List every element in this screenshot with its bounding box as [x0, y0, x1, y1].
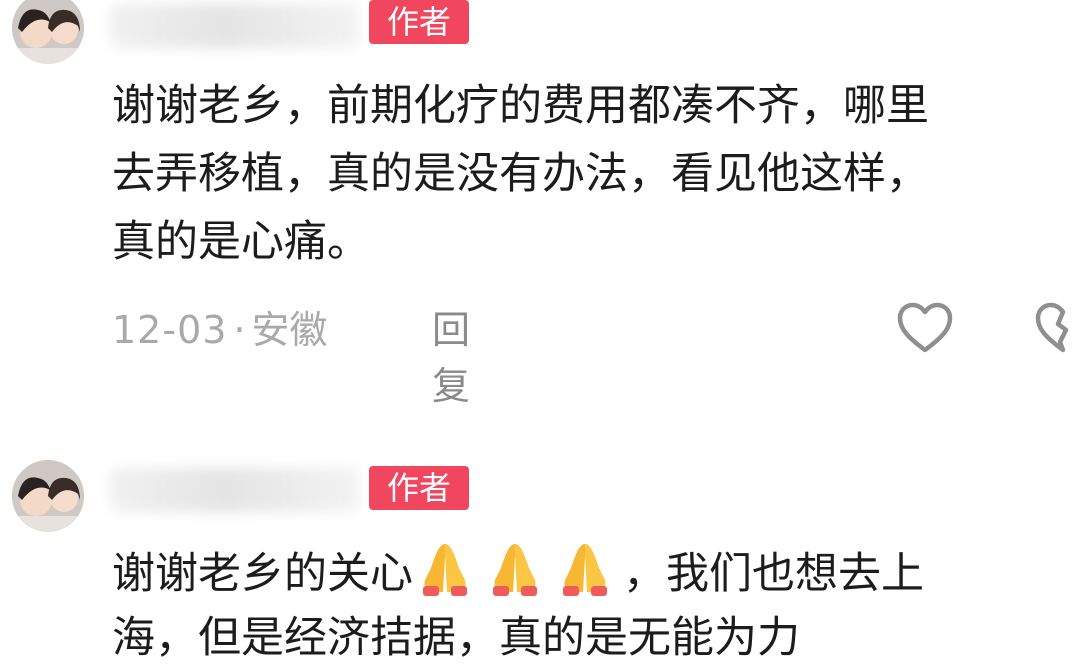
comment-line: 去弄移植，真的是没有办法，看见他这样， [112, 149, 929, 199]
comment-text: 谢谢老乡，前期化疗的费用都凑不齐，哪里 去弄移植，真的是没有办法，看见他这样， … [112, 72, 1080, 276]
broken-heart-outline-icon[interactable] [1034, 302, 1080, 356]
comment-line: 海，但是经济拮据，真的是无能为力 [112, 613, 800, 663]
comment-date: 12-03 [112, 308, 228, 352]
comment-text-segment: 谢谢老乡的关心 [112, 549, 413, 599]
reply-button[interactable]: 回复 [432, 302, 470, 414]
comment-text: 谢谢老乡的关心 ，我们也想去上 海，但是经济拮据，真的是无能为力 [112, 536, 1080, 672]
comment-meta: 12-03 · 安徽 回复 [112, 302, 470, 408]
avatar[interactable] [12, 460, 84, 532]
meta-separator: · [233, 308, 246, 352]
comment-location: 安徽 [251, 308, 328, 352]
username-redacted[interactable] [110, 4, 360, 48]
comment-line: 谢谢老乡的关心 ，我们也想去上 [112, 536, 1080, 604]
heart-outline-icon[interactable] [896, 302, 954, 356]
author-badge: 作者 [369, 0, 469, 44]
comment-item: 作者 谢谢老乡的关心 ，我们也想去上 海，但是经济拮据，真的是无能为力 [0, 450, 1080, 663]
comment-item: 作者 谢谢老乡，前期化疗的费用都凑不齐，哪里 去弄移植，真的是没有办法，看见他这… [0, 0, 1080, 408]
avatar[interactable] [12, 0, 84, 64]
comment-text-segment: ，我们也想去上 [623, 549, 924, 599]
username-redacted[interactable] [110, 468, 360, 512]
comment-line: 真的是心痛。 [112, 217, 370, 267]
author-badge: 作者 [369, 466, 469, 510]
folded-hands-emoji [563, 544, 607, 596]
folded-hands-emoji [493, 544, 537, 596]
folded-hands-emoji [423, 544, 467, 596]
comment-line: 谢谢老乡，前期化疗的费用都凑不齐，哪里 [112, 81, 929, 131]
